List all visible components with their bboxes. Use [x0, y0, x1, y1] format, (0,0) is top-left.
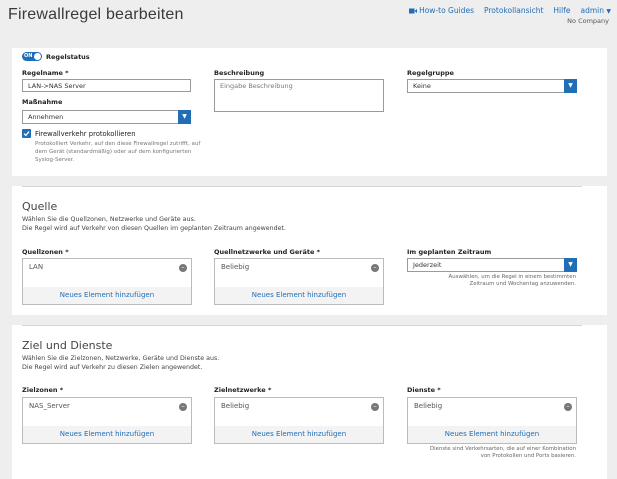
schedule-select[interactable]: Jederzeit ▼ [407, 258, 577, 272]
list-area: LAN – [23, 259, 191, 289]
list-item[interactable]: NAS_Server [29, 402, 70, 410]
howto-label: How-to Guides [419, 6, 474, 15]
checkbox-checked-icon [23, 131, 30, 137]
list-area: Beliebig – [408, 398, 576, 428]
log-hint-line: Protokolliert Verkehr, auf den diese Fir… [35, 141, 201, 147]
admin-menu[interactable]: admin ▼ [580, 6, 611, 15]
minus-circle-icon[interactable]: – [179, 403, 187, 411]
services-list: Beliebig – Neues Element hinzufügen [407, 397, 577, 444]
dest-networks-list: Beliebig – Neues Element hinzufügen [214, 397, 384, 444]
dest-zones-list: NAS_Server – Neues Element hinzufügen [22, 397, 192, 444]
status-toggle[interactable]: ON [22, 52, 42, 61]
page-title: Firewallregel bearbeiten [8, 6, 184, 23]
add-service-button[interactable]: Neues Element hinzufügen [408, 426, 576, 443]
schedule-value: Jederzeit [413, 261, 442, 269]
list-area: Beliebig – [215, 259, 383, 289]
chevron-down-icon: ▼ [564, 258, 577, 272]
schedule-hint-line: Auswählen, um die Regel in einem bestimm… [448, 274, 576, 280]
help-link[interactable]: Hilfe [553, 6, 570, 15]
dest-desc: Wählen Sie die Zielzonen, Netzwerke, Ger… [22, 355, 219, 372]
log-label: Firewallverkehr protokollieren [35, 130, 136, 138]
minus-circle-icon[interactable]: – [371, 264, 379, 272]
admin-label: admin [580, 6, 604, 15]
list-item[interactable]: Beliebig [221, 263, 249, 271]
source-zones-label: Quellzonen * [22, 248, 69, 256]
source-desc: Wählen Sie die Quellzonen, Netzwerke und… [22, 216, 286, 233]
schedule-hint-line: Zeitraum und Wochentag anzuwenden. [469, 281, 576, 287]
log-hint-line: dem Gerät (standardmäßig) oder auf dem k… [35, 149, 192, 155]
dest-desc-line: Wählen Sie die Zielzonen, Netzwerke, Ger… [22, 355, 220, 362]
rule-name-label: Regelname * [22, 69, 69, 77]
group-label: Regelgruppe [407, 69, 454, 77]
divider [22, 325, 582, 326]
source-networks-label: Quellnetzwerke und Geräte * [214, 248, 321, 256]
top-links: How-to Guides Protokollansicht Hilfe adm… [408, 6, 611, 15]
description-label: Beschreibung [214, 69, 265, 77]
schedule-hint: Auswählen, um die Regel in einem bestimm… [449, 274, 576, 288]
services-hint-line: von Protokollen und Ports basieren. [480, 453, 576, 459]
action-select[interactable]: Annehmen ▼ [22, 110, 191, 124]
howto-link[interactable]: How-to Guides [408, 6, 474, 15]
source-desc-line: Die Regel wird auf Verkehr von diesen Qu… [22, 224, 286, 232]
video-camera-icon [408, 8, 417, 14]
services-hint-line: Dienste sind Verkehrsarten, die auf eine… [429, 446, 576, 452]
list-item[interactable]: Beliebig [414, 402, 442, 410]
minus-circle-icon[interactable]: – [371, 403, 379, 411]
add-source-zone-button[interactable]: Neues Element hinzufügen [23, 287, 191, 304]
group-select[interactable]: Keine ▼ [407, 79, 577, 93]
toggle-knob [34, 53, 41, 60]
rule-name-input[interactable]: LAN->NAS Server [22, 79, 191, 92]
dest-networks-label: Zielnetzwerke * [214, 386, 272, 394]
log-hint-line: Syslog-Server. [35, 157, 75, 163]
list-item[interactable]: LAN [29, 263, 43, 271]
action-label: Maßnahme [22, 98, 63, 106]
minus-circle-icon[interactable]: – [179, 264, 187, 272]
source-zones-list: LAN – Neues Element hinzufügen [22, 258, 192, 305]
chevron-down-icon: ▼ [564, 79, 577, 93]
list-item[interactable]: Beliebig [221, 402, 249, 410]
log-checkbox[interactable] [22, 129, 31, 138]
divider [22, 186, 582, 187]
toggle-label: ON [24, 53, 33, 59]
add-dest-zone-button[interactable]: Neues Element hinzufügen [23, 426, 191, 443]
log-view-link[interactable]: Protokollansicht [484, 6, 543, 15]
services-hint: Dienste sind Verkehrsarten, die auf eine… [430, 446, 576, 460]
dest-zones-label: Zielzonen * [22, 386, 64, 394]
chevron-down-icon: ▼ [606, 8, 611, 15]
dest-desc-line: Die Regel wird auf Verkehr zu diesen Zie… [22, 363, 203, 371]
chevron-down-icon: ▼ [178, 110, 191, 124]
add-dest-network-button[interactable]: Neues Element hinzufügen [215, 426, 383, 443]
source-title: Quelle [22, 200, 58, 213]
list-area: Beliebig – [215, 398, 383, 428]
schedule-label: Im geplanten Zeitraum [407, 248, 492, 256]
source-desc-line: Wählen Sie die Quellzonen, Netzwerke und… [22, 216, 196, 223]
list-area: NAS_Server – [23, 398, 191, 428]
add-source-network-button[interactable]: Neues Element hinzufügen [215, 287, 383, 304]
action-value: Annehmen [28, 113, 64, 121]
dest-title: Ziel und Dienste [22, 339, 113, 352]
source-networks-list: Beliebig – Neues Element hinzufügen [214, 258, 384, 305]
minus-circle-icon[interactable]: – [564, 403, 572, 411]
description-textarea[interactable]: Eingabe Beschreibung [214, 79, 384, 112]
log-hint: Protokolliert Verkehr, auf den diese Fir… [35, 140, 200, 164]
services-label: Dienste * [407, 386, 441, 394]
status-label: Regelstatus [46, 53, 90, 61]
company-name: No Company [567, 17, 609, 25]
group-value: Keine [413, 82, 431, 90]
